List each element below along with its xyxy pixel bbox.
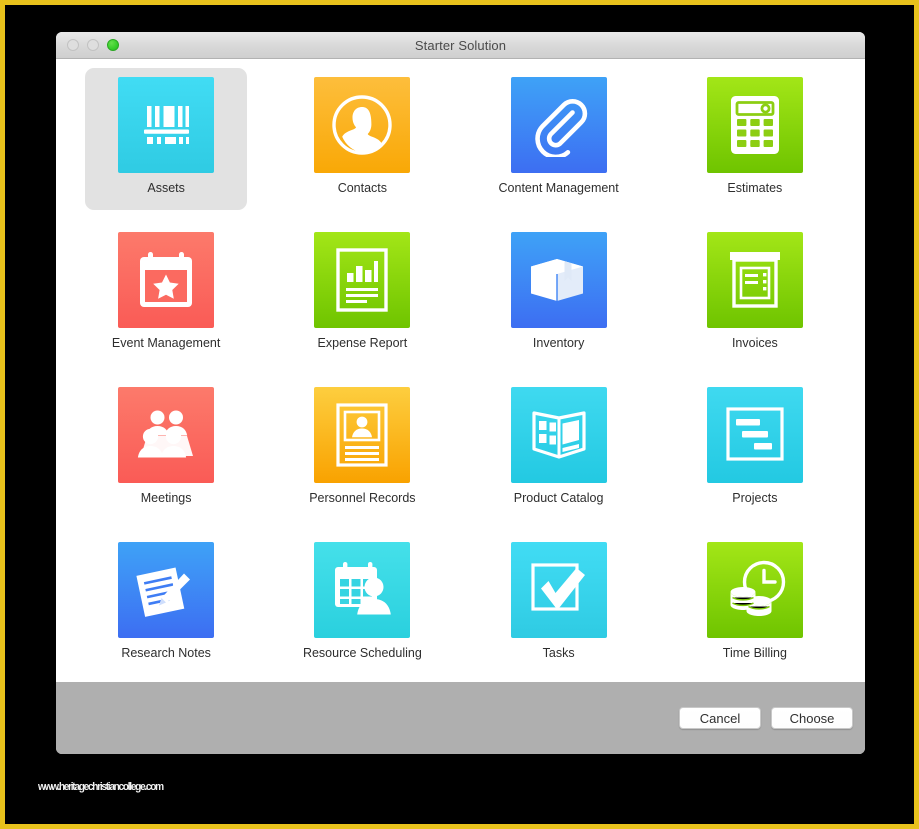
solution-tile-projects[interactable]: Projects [674,378,836,520]
solution-tile-label: Time Billing [722,646,787,660]
solution-tile-research-notes[interactable]: Research Notes [85,533,247,675]
solution-tile-product-catalog[interactable]: Product Catalog [478,378,640,520]
starter-solution-window: Starter Solution Assets Contacts Content… [56,32,865,754]
people-group-icon [118,387,215,483]
gantt-chart-icon [706,387,803,483]
solution-tile-contacts[interactable]: Contacts [281,68,443,210]
solution-tile-label: Assets [147,181,185,195]
report-chart-icon [314,232,411,328]
solution-tile-label: Research Notes [121,646,211,660]
solution-tile-invoices[interactable]: Invoices [674,223,836,365]
window-traffic-lights [67,39,119,51]
solution-tile-event-management[interactable]: Event Management [85,223,247,365]
solution-tile-label: Personnel Records [309,491,416,505]
open-catalog-icon [510,387,607,483]
minimize-button[interactable] [87,39,99,51]
note-pencil-icon [118,542,215,638]
person-circle-icon [314,77,411,173]
barcode-shelf-icon [118,77,215,173]
id-card-icon [314,387,411,483]
solution-tile-expense-report[interactable]: Expense Report [281,223,443,365]
zoom-button[interactable] [107,39,119,51]
close-button[interactable] [67,39,79,51]
calendar-person-icon [314,542,411,638]
solution-tile-label: Expense Report [317,336,408,350]
cancel-button[interactable]: Cancel [679,707,761,729]
solution-tile-label: Content Management [498,181,619,195]
calculator-icon [706,77,803,173]
invoice-icon [706,232,803,328]
choose-button[interactable]: Choose [771,707,853,729]
solution-tile-tasks[interactable]: Tasks [478,533,640,675]
page-root: Starter Solution Assets Contacts Content… [0,0,919,829]
clock-coins-icon [706,542,803,638]
dialog-footer: Cancel Choose [56,682,865,754]
window-title: Starter Solution [414,37,507,53]
solution-tile-label: Contacts [337,181,388,195]
solution-tile-meetings[interactable]: Meetings [85,378,247,520]
checkbox-check-icon [510,542,607,638]
solution-tile-label: Estimates [727,181,783,195]
solution-tile-label: Event Management [111,336,221,350]
paperclip-icon [510,77,607,173]
window-titlebar[interactable]: Starter Solution [56,32,865,59]
box-3d-icon [510,232,607,328]
solution-tile-content-management[interactable]: Content Management [478,68,640,210]
solution-tile-time-billing[interactable]: Time Billing [674,533,836,675]
solution-tile-resource-scheduling[interactable]: Resource Scheduling [281,533,443,675]
calendar-star-icon [118,232,215,328]
solution-tile-label: Inventory [532,336,585,350]
solution-tile-label: Projects [732,491,778,505]
solution-tile-assets[interactable]: Assets [85,68,248,210]
solution-tile-personnel-records[interactable]: Personnel Records [281,378,443,520]
solution-tile-label: Meetings [140,491,192,505]
solution-tile-inventory[interactable]: Inventory [478,223,640,365]
solution-tile-label: Resource Scheduling [302,646,422,660]
solution-tile-estimates[interactable]: Estimates [674,68,836,210]
solution-tile-label: Invoices [731,336,778,350]
watermark-text: www.heritagechristiancollege.com [38,781,164,793]
solution-icon-grid: Assets Contacts Content Management Estim… [56,59,865,682]
solution-tile-label: Tasks [542,646,575,660]
solution-tile-label: Product Catalog [513,491,604,505]
